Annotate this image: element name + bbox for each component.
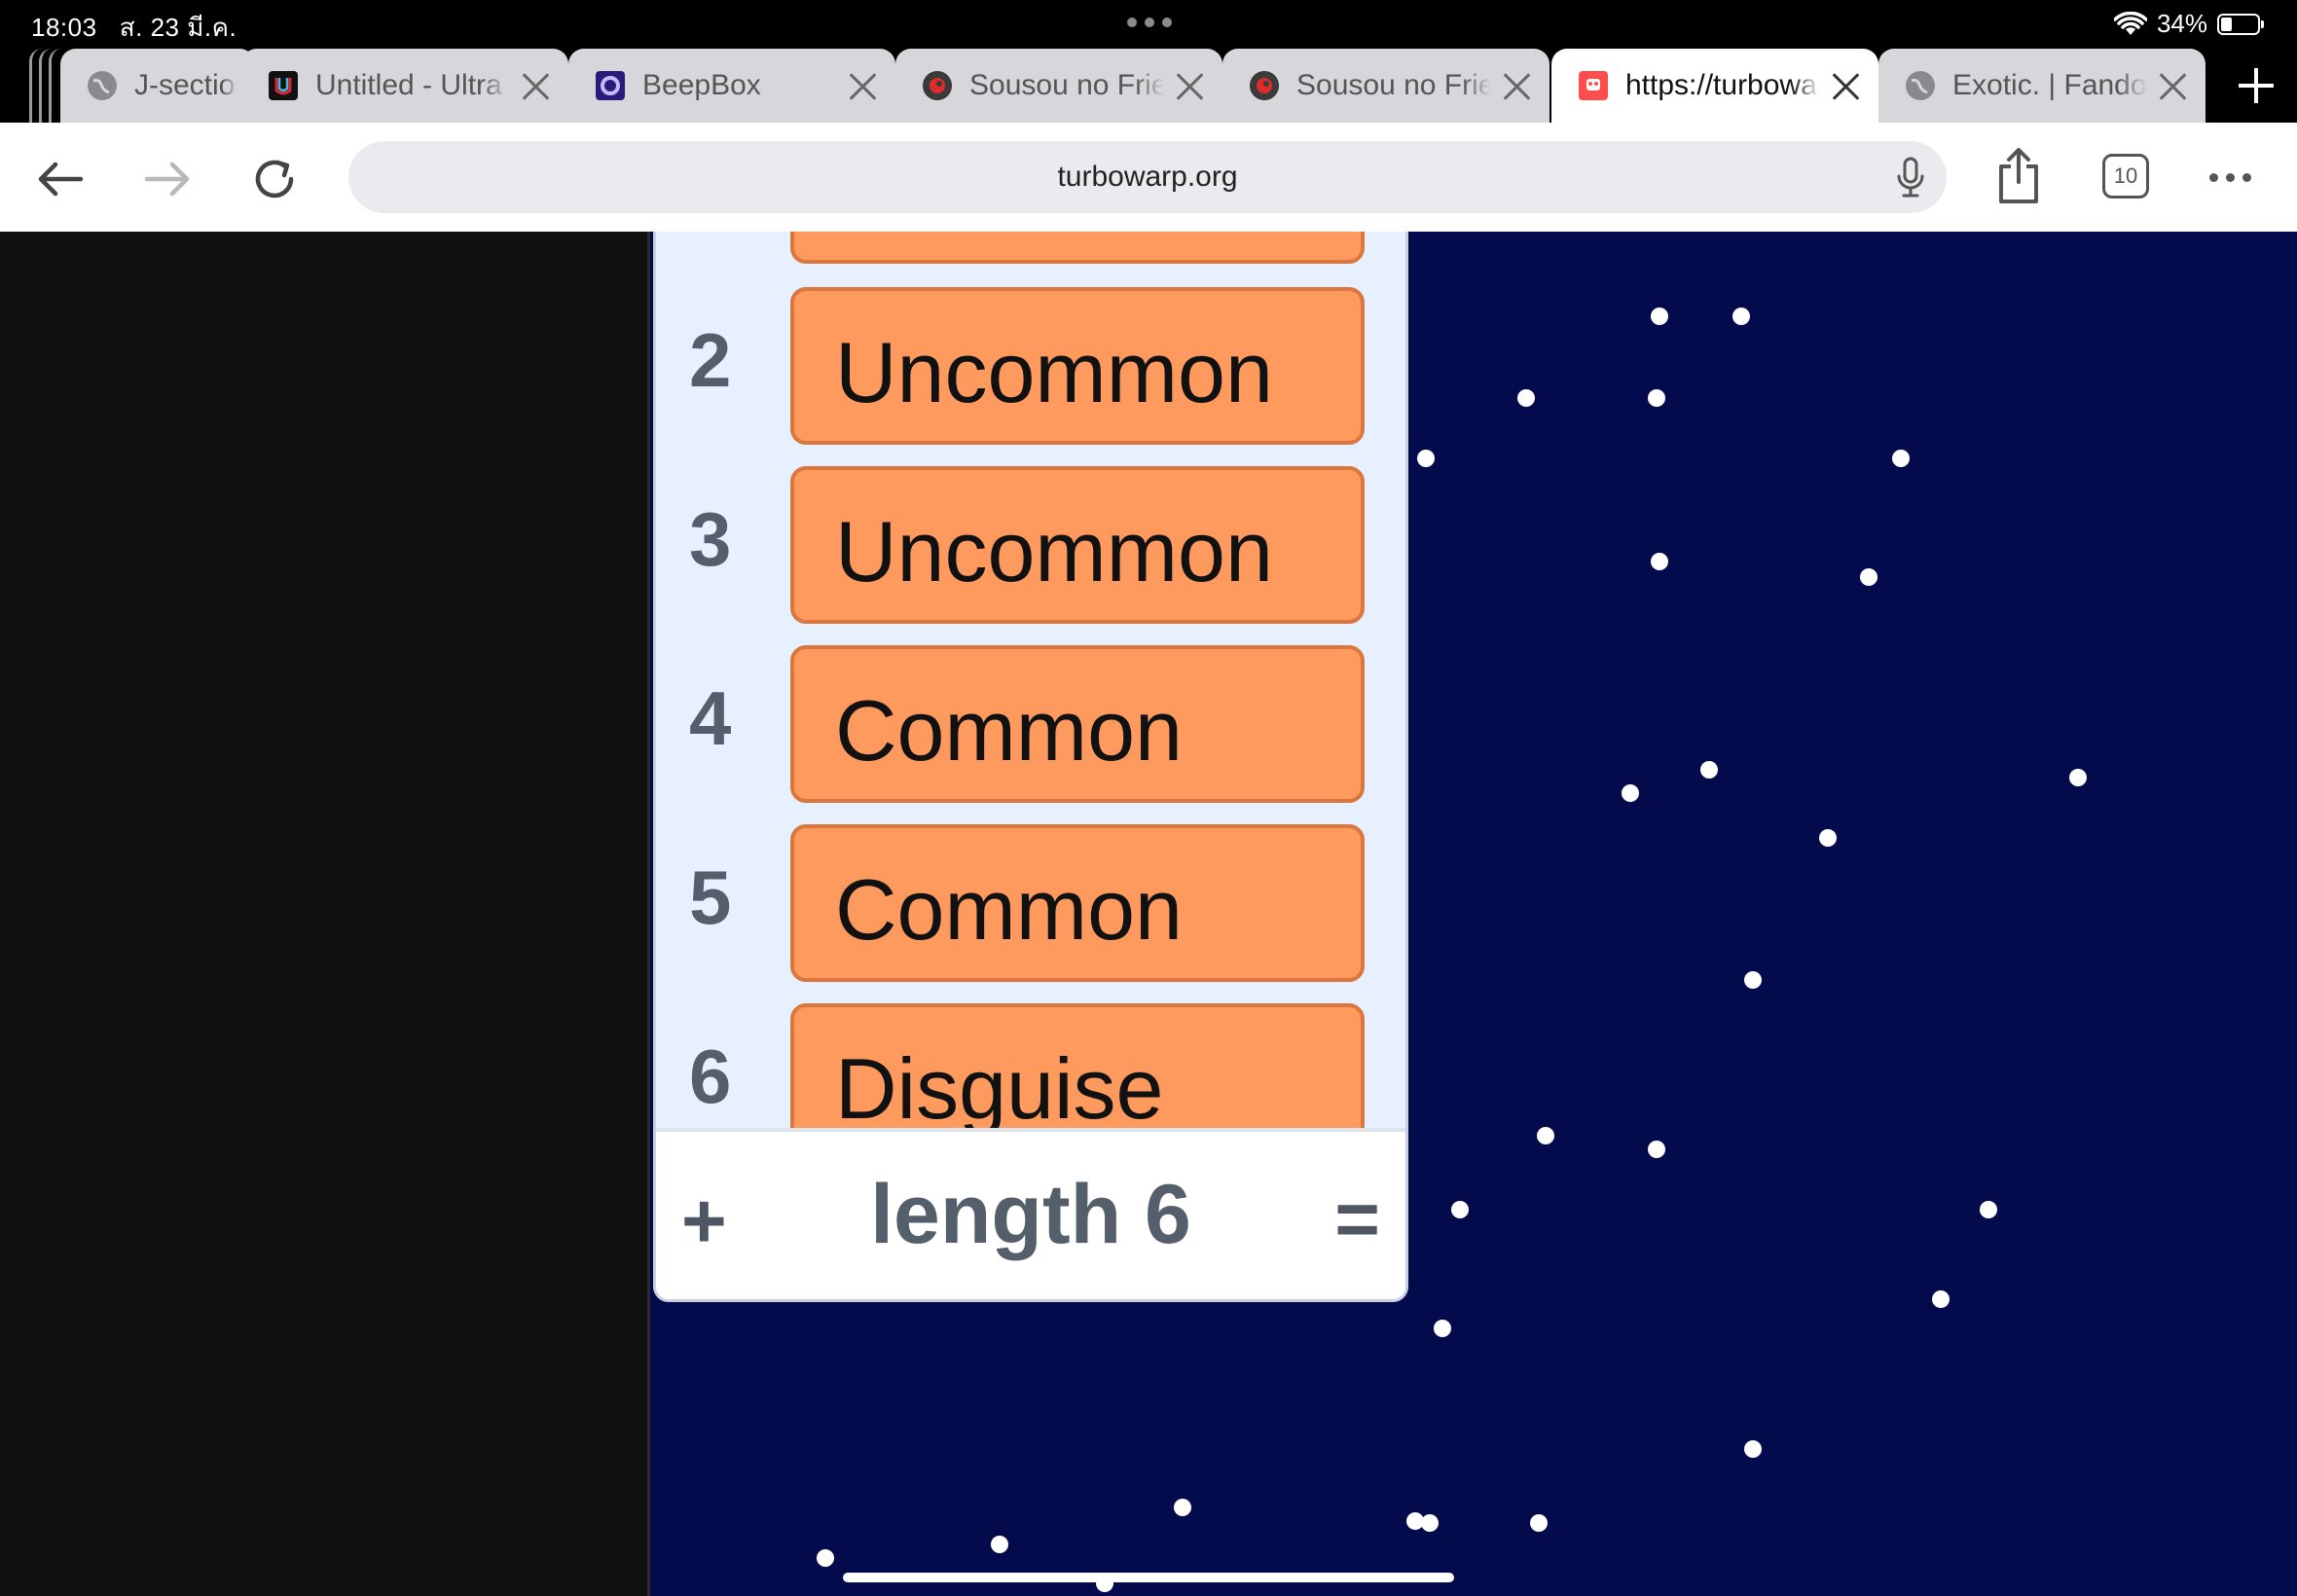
- reload-icon: [255, 160, 294, 199]
- tab-untitled-ultra[interactable]: Untitled - Ultra: [241, 49, 568, 123]
- star-dot: [817, 1549, 834, 1567]
- tab-turbowarp[interactable]: https://turbowarp.org: [1551, 49, 1878, 123]
- star-dot: [1648, 389, 1665, 407]
- globe-icon: [88, 71, 117, 100]
- tab-title: Exotic. | Fandom: [1952, 69, 2147, 101]
- close-tab-icon[interactable]: [2157, 70, 2188, 101]
- star-dot: [1744, 971, 1762, 989]
- list-item-index: 2: [689, 317, 732, 403]
- star-dot: [1732, 308, 1750, 325]
- microphone-icon[interactable]: [1896, 157, 1925, 202]
- arrow-right-icon: [144, 162, 190, 197]
- list-monitor[interactable]: 1 Uncommon 2 Uncommon 3 Uncommon 4 Commo…: [653, 232, 1408, 1302]
- star-dot: [1819, 829, 1837, 847]
- tab-beepbox[interactable]: BeepBox: [568, 49, 895, 123]
- turbowarp-icon: [1579, 71, 1608, 100]
- star-dot: [1451, 1201, 1469, 1218]
- list-item-value[interactable]: Uncommon: [790, 287, 1365, 445]
- star-dot: [1417, 450, 1435, 467]
- forward-button[interactable]: [140, 152, 195, 206]
- star-dot: [1421, 1514, 1439, 1532]
- star-dot: [1517, 389, 1535, 407]
- beepbox-icon: [596, 71, 625, 100]
- close-tab-icon[interactable]: [1174, 70, 1205, 101]
- tab-sousou-no-frieren-1[interactable]: Sousou no Frieren: [895, 49, 1222, 123]
- close-tab-icon[interactable]: [1501, 70, 1532, 101]
- star-dot: [1744, 1440, 1762, 1458]
- star-dot: [1434, 1320, 1451, 1337]
- address-bar[interactable]: turbowarp.org: [348, 141, 1947, 213]
- reload-button[interactable]: [247, 152, 302, 206]
- home-indicator[interactable]: [843, 1573, 1454, 1582]
- more-menu-button[interactable]: [2209, 173, 2251, 182]
- list-item[interactable]: 3 Uncommon: [656, 466, 1405, 630]
- tab-title: Untitled - Ultra: [315, 69, 502, 101]
- battery-percent: 34%: [2156, 9, 2207, 38]
- tab-title: BeepBox: [642, 69, 761, 101]
- star-dot: [2069, 769, 2087, 786]
- tab-count-button[interactable]: 10: [2102, 154, 2149, 199]
- list-item-index: 5: [689, 854, 732, 940]
- close-tab-icon[interactable]: [847, 70, 878, 101]
- status-bar: 18:03 ส. 23 มี.ค. 34%: [0, 0, 2297, 49]
- list-item[interactable]: 1 Uncommon: [656, 232, 1405, 270]
- tab-title: Sousou no Frieren: [969, 69, 1164, 101]
- arrow-left-icon: [38, 162, 84, 197]
- share-icon: [1999, 148, 2038, 203]
- star-dot: [1892, 450, 1910, 467]
- back-button[interactable]: [33, 152, 88, 206]
- star-dot: [1651, 553, 1668, 570]
- resize-handle[interactable]: =: [1334, 1175, 1380, 1264]
- list-item-value[interactable]: Uncommon: [790, 466, 1365, 624]
- list-footer: + length 6 =: [656, 1128, 1405, 1299]
- list-item-value[interactable]: Common: [790, 824, 1365, 982]
- date-text: ส. 23 มี.ค.: [119, 13, 237, 42]
- tab-title: https://turbowarp.org: [1625, 69, 1820, 101]
- status-time: 18:03 ส. 23 มี.ค.: [31, 8, 237, 48]
- page-content: 1 Uncommon 2 Uncommon 3 Uncommon 4 Commo…: [0, 232, 2297, 1596]
- list-item-index: 4: [689, 675, 732, 761]
- star-dot: [1980, 1201, 1997, 1218]
- tab-strip: J-section Untitled - Ultra BeepBox Souso…: [0, 49, 2297, 123]
- multitasking-dots[interactable]: [1127, 18, 1172, 27]
- list-item[interactable]: 4 Common: [656, 645, 1405, 809]
- close-tab-icon[interactable]: [1830, 70, 1861, 101]
- globe-icon: [1906, 71, 1935, 100]
- time-text: 18:03: [31, 13, 97, 42]
- star-dot: [1648, 1141, 1665, 1158]
- new-tab-button[interactable]: [2237, 66, 2276, 105]
- list-item[interactable]: 2 Uncommon: [656, 287, 1405, 451]
- tab-exotic-fandom[interactable]: Exotic. | Fandom: [1878, 49, 2206, 123]
- star-dot: [1932, 1290, 1950, 1308]
- star-dot: [1530, 1514, 1548, 1532]
- star-dot: [1174, 1499, 1191, 1516]
- star-dot: [1700, 761, 1718, 779]
- tab-sousou-no-frieren-2[interactable]: Sousou no Frieren: [1222, 49, 1550, 123]
- star-dot: [1622, 784, 1639, 802]
- crunchyroll-icon: [1250, 71, 1279, 100]
- close-tab-icon[interactable]: [520, 70, 551, 101]
- tab-j-section[interactable]: J-section: [60, 49, 255, 123]
- list-length-label: length 6: [870, 1168, 1191, 1261]
- tab-title: Sousou no Frieren: [1296, 69, 1491, 101]
- star-dot: [1537, 1127, 1554, 1144]
- wifi-icon: [2113, 11, 2147, 35]
- crunchyroll-icon: [923, 71, 952, 100]
- share-button[interactable]: [1991, 144, 2046, 208]
- ultra-icon: [269, 71, 298, 100]
- url-text: turbowarp.org: [1057, 161, 1238, 193]
- list-item-value[interactable]: Common: [790, 645, 1365, 803]
- battery-icon: [2217, 13, 2264, 35]
- star-dot: [1860, 568, 1878, 586]
- list-item-index: 6: [689, 1034, 732, 1119]
- star-dot: [1651, 308, 1668, 325]
- status-right: 34%: [2113, 9, 2264, 39]
- browser-toolbar: turbowarp.org 10: [0, 123, 2297, 232]
- list-item-value[interactable]: Uncommon: [790, 232, 1365, 264]
- star-dot: [991, 1536, 1008, 1553]
- list-item[interactable]: 5 Common: [656, 824, 1405, 988]
- tab-title: J-section: [134, 69, 237, 101]
- list-item-index: 3: [689, 496, 732, 582]
